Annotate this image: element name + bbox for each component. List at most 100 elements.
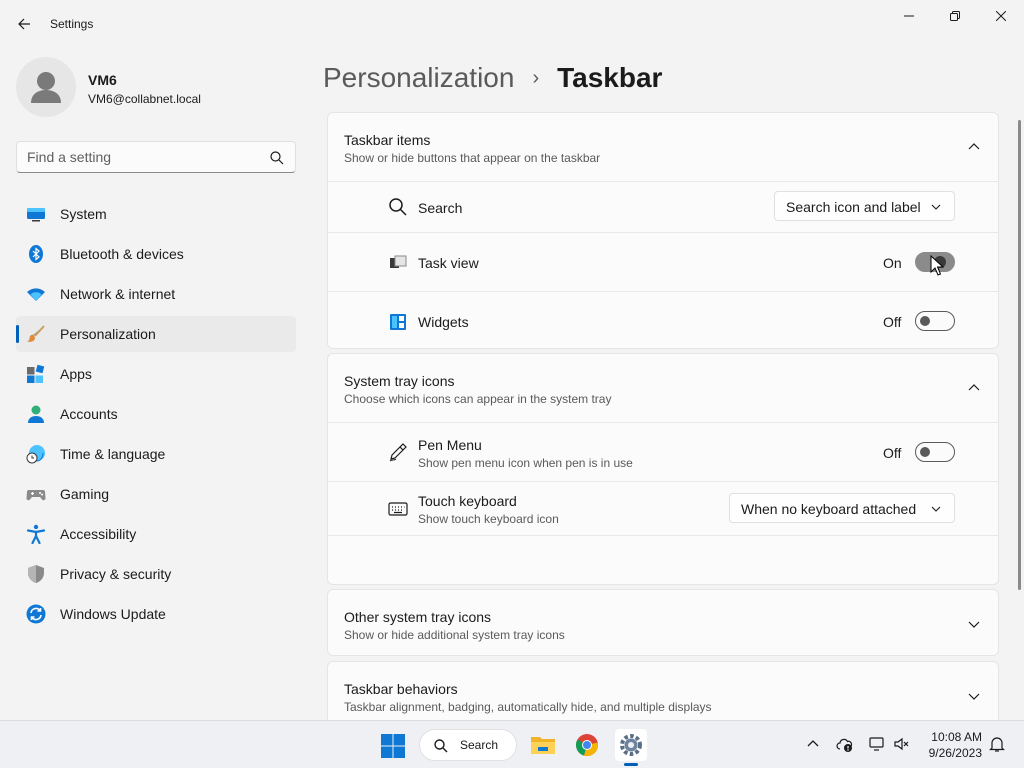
section-title: System tray icons [344, 373, 455, 389]
network-icon[interactable] [868, 735, 886, 753]
search-setting-row: Search Search icon and label [328, 181, 998, 232]
taskbar-search-label: Search [460, 738, 499, 752]
widgets-icon [390, 314, 406, 330]
search-mode-dropdown[interactable]: Search icon and label [774, 191, 955, 221]
sidebar-item-label: Network & internet [60, 286, 176, 302]
section-description: Taskbar alignment, badging, automaticall… [344, 700, 712, 714]
shield-icon [28, 565, 44, 583]
touch-keyboard-dropdown[interactable]: When no keyboard attached [729, 493, 955, 523]
taskbar-items-header[interactable]: Taskbar items Show or hide buttons that … [328, 113, 998, 181]
taskbar-behaviors-section[interactable]: Taskbar behaviors Taskbar alignment, bad… [327, 661, 999, 720]
other-tray-section[interactable]: Other system tray icons Show or hide add… [327, 589, 999, 656]
sidebar-item-accounts[interactable]: Accounts [16, 396, 296, 432]
gamepad-icon [26, 490, 46, 501]
task-view-state: On [883, 255, 902, 271]
monitor-icon [27, 208, 45, 222]
close-button[interactable] [978, 4, 1024, 28]
sidebar-item-label: Bluetooth & devices [60, 246, 184, 262]
onedrive-sync-icon[interactable] [836, 735, 854, 753]
clock-date[interactable]: 9/26/2023 [920, 746, 982, 760]
clock-time[interactable]: 10:08 AM [920, 730, 982, 744]
pen-menu-toggle[interactable] [915, 442, 955, 462]
settings-app-button[interactable] [615, 729, 647, 761]
breadcrumb: Personalization › Taskbar [323, 58, 662, 98]
section-title: Taskbar items [344, 132, 431, 148]
wifi-icon [27, 288, 45, 301]
sidebar-item-system[interactable]: System [16, 196, 296, 232]
person-icon [28, 405, 44, 423]
sidebar-item-label: Time & language [60, 446, 166, 462]
breadcrumb-parent[interactable]: Personalization [323, 62, 514, 94]
find-setting-input[interactable] [27, 148, 257, 166]
keyboard-icon [388, 502, 408, 516]
sidebar-item-privacy-security[interactable]: Privacy & security [16, 556, 296, 592]
touch-keyboard-row: Touch keyboard Show touch keyboard icon … [328, 481, 998, 535]
chevron-down-icon[interactable] [966, 616, 982, 632]
app-title: Settings [50, 17, 94, 31]
maximize-button[interactable] [932, 4, 978, 28]
system-tray-section: System tray icons Choose which icons can… [327, 353, 999, 585]
sidebar-item-time-language[interactable]: Time & language [16, 436, 296, 472]
sidebar-item-label: Gaming [60, 486, 110, 502]
pen-icon [389, 443, 407, 462]
pen-menu-row: Pen Menu Show pen menu icon when pen is … [328, 422, 998, 481]
empty-row [328, 535, 998, 584]
minimize-icon [904, 15, 914, 17]
title-bar: Settings [0, 0, 1024, 48]
chevron-up-icon[interactable] [966, 380, 982, 396]
chevron-down-icon [931, 204, 941, 210]
paintbrush-icon [27, 325, 45, 342]
touch-keyboard-label: Touch keyboard [418, 493, 517, 509]
active-app-indicator [624, 763, 638, 766]
pen-menu-description: Show pen menu icon when pen is in use [418, 456, 633, 470]
sidebar-item-gaming[interactable]: Gaming [16, 476, 296, 512]
section-title: Other system tray icons [344, 609, 492, 625]
chevron-up-icon[interactable] [966, 139, 982, 155]
task-view-icon [390, 255, 407, 268]
windows-start-icon[interactable] [380, 733, 406, 759]
sidebar-nav: System Bluetooth & devices Network & int… [16, 196, 296, 636]
sidebar-item-personalization[interactable]: Personalization [16, 316, 296, 352]
sidebar-item-label: Privacy & security [60, 566, 172, 582]
sidebar-item-accessibility[interactable]: Accessibility [16, 516, 296, 552]
chevron-down-icon[interactable] [966, 688, 982, 704]
task-view-label: Task view [418, 255, 479, 271]
minimize-button[interactable] [886, 4, 932, 28]
avatar[interactable] [16, 57, 76, 117]
section-title: Taskbar behaviors [344, 681, 458, 697]
back-button[interactable] [12, 12, 36, 36]
update-icon [26, 604, 46, 624]
chrome-button[interactable] [571, 729, 603, 761]
windows-taskbar: Search 10:08 AM 9/26/2023 [0, 720, 1024, 768]
taskbar-items-section: Taskbar items Show or hide buttons that … [327, 112, 999, 349]
chevron-up-icon[interactable] [804, 735, 822, 753]
taskbar-search-button[interactable]: Search [419, 729, 517, 761]
volume-muted-icon[interactable] [893, 735, 911, 753]
file-explorer-button[interactable] [527, 729, 559, 761]
section-description: Show or hide additional system tray icon… [344, 628, 565, 642]
accessibility-icon [26, 524, 46, 544]
pen-menu-state: Off [883, 445, 902, 461]
task-view-row: Task view On [328, 232, 998, 291]
system-tray-header[interactable]: System tray icons Choose which icons can… [328, 354, 998, 422]
user-email: VM6@collabnet.local [88, 92, 201, 106]
sidebar-item-bluetooth[interactable]: Bluetooth & devices [16, 236, 296, 272]
sidebar-item-network[interactable]: Network & internet [16, 276, 296, 312]
breadcrumb-separator: › [532, 66, 540, 89]
sidebar-item-label: Personalization [60, 326, 156, 342]
search-icon[interactable] [269, 150, 285, 166]
sidebar-item-label: Windows Update [60, 606, 166, 622]
find-setting-box[interactable] [16, 141, 296, 173]
notification-bell-icon[interactable] [988, 735, 1006, 753]
sidebar-item-apps[interactable]: Apps [16, 356, 296, 392]
person-avatar-icon [31, 72, 61, 103]
page-title: Taskbar [557, 62, 663, 93]
search-icon [389, 198, 407, 216]
user-name: VM6 [88, 72, 117, 88]
widgets-toggle[interactable] [915, 311, 955, 331]
chrome-icon [576, 734, 598, 757]
sidebar-item-label: Apps [60, 366, 92, 382]
dropdown-value: When no keyboard attached [741, 501, 917, 517]
sidebar-item-windows-update[interactable]: Windows Update [16, 596, 296, 632]
content-scrollbar[interactable] [1018, 120, 1021, 590]
